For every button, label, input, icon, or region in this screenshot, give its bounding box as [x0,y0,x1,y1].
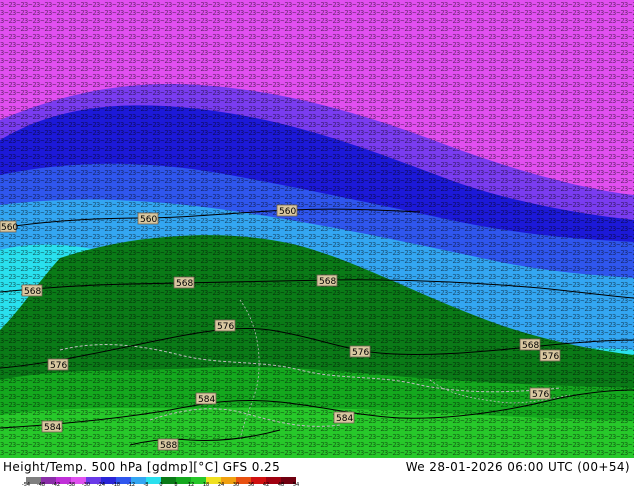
colorbar-tick-label: 8 [174,482,178,488]
contour-label: 584 [195,392,217,405]
colorbar-tick-label: 54 [292,482,300,488]
contour-label: 576 [47,358,69,371]
svg-text:576: 576 [542,352,559,362]
svg-text:576: 576 [352,348,369,358]
svg-text:568: 568 [24,287,41,297]
svg-text:588: 588 [160,441,177,451]
colorbar-tick-label: 36 [247,482,255,488]
weather-map: 3~2 560 560 560 568 568 568 576 [0,0,634,458]
contour-label: 568 [21,284,43,297]
svg-text:568: 568 [522,341,539,351]
colorbar-tick-label: 12 [187,482,195,488]
svg-text:568: 568 [319,277,336,287]
contour-label: 576 [539,349,561,362]
colorbar-tick-label: 30 [232,482,240,488]
contour-label: 560 [137,212,159,225]
colorbar-tick-label: -18 [111,482,121,488]
svg-text:584: 584 [336,414,353,424]
contour-label: 568 [519,338,541,351]
contour-label: 576 [214,319,236,332]
contour-label: 588 [157,438,179,451]
contour-label: 576 [529,387,551,400]
colorbar-tick-label: 0 [159,482,163,488]
colorbar-tick-label: 18 [202,482,210,488]
svg-text:568: 568 [176,279,193,289]
svg-text:584: 584 [44,423,61,433]
colorbar-tick-label: -12 [126,482,136,488]
svg-text:560: 560 [140,215,157,225]
contour-label: 584 [41,420,63,433]
contour-label: 568 [316,274,338,287]
contour-label: 560 [0,220,18,233]
colorbar-tick-label: -38 [66,482,76,488]
map-valid-time: We 28-01-2026 06:00 UTC (00+54) [405,460,630,474]
svg-text:576: 576 [50,361,67,371]
colorbar-tick-label: -48 [36,482,46,488]
svg-text:560: 560 [279,207,296,217]
contour-label: 560 [276,204,298,217]
colorbar-tick-label: -24 [96,482,106,488]
colorbar-ticks: -54 -48 -42 -38 -30 -24 -18 -12 -8 0 8 12 18 24 30 36 42… [22,482,300,490]
svg-text:576: 576 [532,390,549,400]
colorbar-tick-label: 42 [262,482,270,488]
colorbar-tick-label: 48 [277,482,285,488]
map-footer: Height/Temp. 500 hPa [gdmp][°C] GFS 0.25… [0,458,634,490]
contour-label: 584 [333,411,355,424]
svg-text:576: 576 [217,322,234,332]
map-title: Height/Temp. 500 hPa [gdmp][°C] GFS 0.25 [3,460,281,474]
colorbar-tick-label: -30 [81,482,91,488]
svg-text:560: 560 [1,223,18,233]
contour-label: 568 [173,276,195,289]
svg-text:584: 584 [198,395,215,405]
contour-label: 576 [349,345,371,358]
colorbar-tick-label: 24 [217,482,225,488]
colorbar-tick-label: -54 [21,482,31,488]
colorbar-tick-label: -42 [51,482,61,488]
colorbar-tick-label: -8 [143,482,149,488]
